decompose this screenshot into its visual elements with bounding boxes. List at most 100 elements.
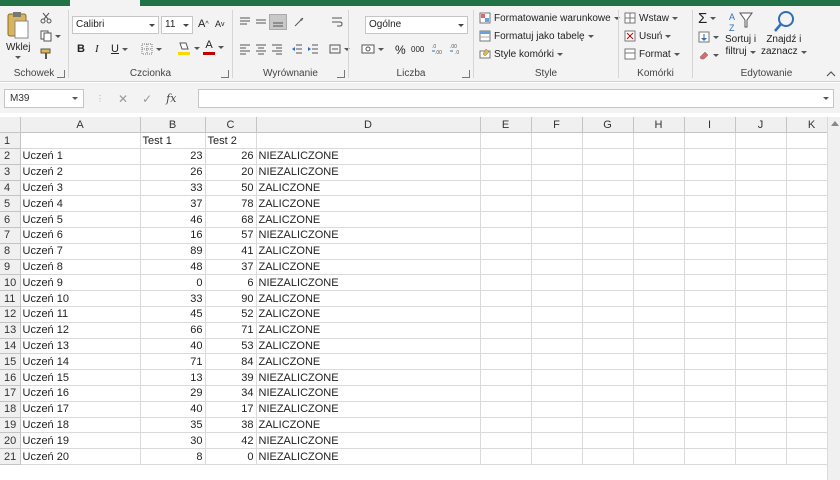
cell[interactable] [480, 180, 532, 197]
cell[interactable] [531, 338, 583, 355]
cell[interactable] [531, 290, 583, 308]
cell[interactable] [735, 432, 787, 450]
cell[interactable]: 90 [205, 290, 257, 308]
cell[interactable] [684, 227, 736, 244]
alignment-launcher[interactable] [337, 70, 345, 78]
cell[interactable] [735, 417, 787, 434]
cell[interactable] [582, 322, 634, 339]
cell[interactable]: 57 [205, 227, 257, 244]
clear-button[interactable] [698, 49, 719, 61]
shrink-font-button[interactable]: Av [215, 19, 225, 29]
cell[interactable]: 6 [205, 274, 257, 292]
align-left-icon[interactable] [239, 43, 251, 55]
cell[interactable] [582, 259, 634, 276]
cell[interactable] [480, 148, 532, 165]
cell[interactable] [633, 180, 685, 197]
cell[interactable]: 37 [205, 259, 257, 276]
cell[interactable]: 42 [205, 432, 257, 450]
conditional-formatting-button[interactable]: Formatowanie warunkowe [479, 12, 620, 24]
cell[interactable] [735, 448, 787, 466]
cell[interactable]: 68 [205, 211, 257, 229]
cell[interactable]: 20 [205, 164, 257, 181]
cut-button[interactable] [40, 12, 52, 24]
cell[interactable]: 53 [205, 338, 257, 355]
number-format-combo[interactable]: Ogólne [365, 16, 468, 34]
cell[interactable]: ZALICZONE [256, 353, 481, 371]
cell-styles-button[interactable]: Style komórki [479, 48, 564, 60]
cell[interactable]: NIEZALICZONE [256, 385, 481, 402]
row-header[interactable]: 4 [0, 180, 21, 197]
cell[interactable]: NIEZALICZONE [256, 448, 481, 466]
cell[interactable]: ZALICZONE [256, 195, 481, 213]
scroll-up-icon[interactable] [831, 121, 839, 126]
cell[interactable]: 33 [140, 290, 206, 308]
cell[interactable] [20, 132, 141, 150]
cell[interactable] [633, 290, 685, 308]
column-header[interactable]: B [140, 117, 206, 134]
font-size-combo[interactable]: 11 [161, 16, 193, 34]
cell[interactable] [480, 432, 532, 450]
cell[interactable]: Test 2 [205, 132, 257, 150]
cell[interactable]: 39 [205, 369, 257, 387]
row-header[interactable]: 12 [0, 306, 21, 323]
cell[interactable] [480, 195, 532, 213]
cell[interactable] [582, 164, 634, 181]
font-color-button[interactable]: A [203, 40, 224, 55]
increase-decimal-icon[interactable]: .0.00 [431, 42, 445, 56]
cell[interactable] [531, 195, 583, 213]
enter-check-icon[interactable]: ✓ [142, 92, 152, 106]
cell[interactable] [531, 259, 583, 276]
cell[interactable]: 26 [140, 164, 206, 181]
cell[interactable] [480, 448, 532, 466]
cell[interactable] [735, 274, 787, 292]
cell[interactable] [684, 369, 736, 387]
cell[interactable]: ZALICZONE [256, 259, 481, 276]
font-launcher[interactable] [221, 70, 229, 78]
cell[interactable]: 0 [140, 274, 206, 292]
cell[interactable]: 46 [140, 211, 206, 229]
cell[interactable]: 17 [205, 401, 257, 418]
cell[interactable]: Uczeń 16 [20, 385, 141, 402]
cell[interactable]: 78 [205, 195, 257, 213]
percent-button[interactable]: % [395, 43, 406, 57]
cell[interactable] [633, 195, 685, 213]
align-middle-icon[interactable] [255, 16, 267, 28]
row-header[interactable]: 17 [0, 385, 21, 402]
cell[interactable] [582, 369, 634, 387]
cell[interactable] [735, 180, 787, 197]
cell[interactable]: 66 [140, 322, 206, 339]
cell[interactable]: Uczeń 2 [20, 164, 141, 181]
cell[interactable] [633, 417, 685, 434]
row-header[interactable]: 15 [0, 353, 21, 371]
formula-input[interactable] [198, 89, 834, 108]
cell[interactable] [633, 211, 685, 229]
cell[interactable]: 0 [205, 448, 257, 466]
cell[interactable] [684, 338, 736, 355]
cell[interactable]: 41 [205, 243, 257, 260]
autosum-button[interactable]: Σ [698, 10, 717, 27]
row-header[interactable]: 16 [0, 369, 21, 387]
cell[interactable] [531, 448, 583, 466]
currency-button[interactable] [361, 43, 384, 55]
cell[interactable]: ZALICZONE [256, 211, 481, 229]
cell[interactable] [531, 227, 583, 244]
column-header[interactable]: A [20, 117, 141, 134]
cell[interactable] [480, 369, 532, 387]
cell[interactable] [531, 369, 583, 387]
cell[interactable] [684, 448, 736, 466]
cell[interactable]: Uczeń 6 [20, 227, 141, 244]
cell[interactable] [684, 353, 736, 371]
cell[interactable]: 30 [140, 432, 206, 450]
cell[interactable] [684, 243, 736, 260]
cell[interactable] [684, 385, 736, 402]
row-header[interactable]: 5 [0, 195, 21, 213]
cell[interactable] [582, 401, 634, 418]
cell[interactable] [531, 180, 583, 197]
format-as-table-button[interactable]: Formatuj jako tabelę [479, 30, 594, 42]
cell[interactable] [582, 195, 634, 213]
cell[interactable] [582, 338, 634, 355]
italic-button[interactable]: I [95, 43, 99, 55]
cell[interactable] [582, 448, 634, 466]
cell[interactable] [633, 164, 685, 181]
cell[interactable] [582, 211, 634, 229]
